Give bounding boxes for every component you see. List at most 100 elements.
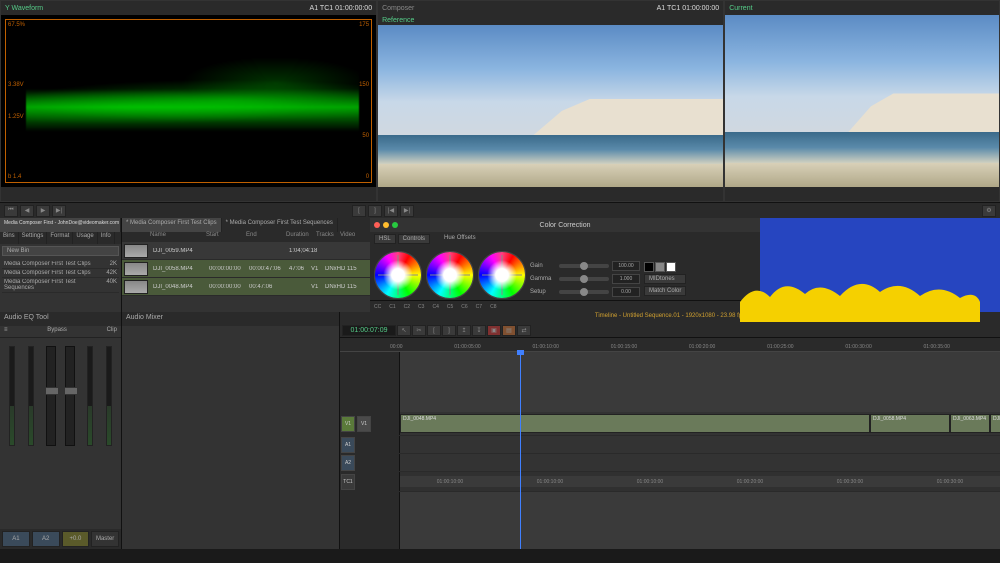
clip-thumbnail (124, 280, 148, 294)
timeline-ruler[interactable]: 00:00 01:00:05:00 01:00:10:00 01:00:15:0… (340, 338, 1000, 352)
current-monitor: Current (724, 0, 1000, 202)
track-rec-a2[interactable]: A2 (341, 455, 355, 471)
track-v1-body[interactable]: DJI_0048.MP4 DJI_0058.MP4 DJI_0063.MP4 D… (400, 412, 1000, 435)
meter-r (28, 346, 34, 446)
reference-title: Reference (382, 17, 414, 24)
bin-clip-row[interactable]: DJI_0048.MP4 00:00:00:00 00:47:06 V1 DNx… (122, 278, 370, 296)
eq-chip-a2[interactable]: A2 (32, 531, 60, 547)
transport-bar: ⏮ ◀ ▶ ▶| [ ] |◀ ▶| ⚙ (0, 202, 1000, 218)
track-tc1-label[interactable]: TC1 (341, 474, 355, 490)
track-a2-body[interactable] (400, 454, 1000, 471)
tool-arrow-icon[interactable]: ↖ (397, 325, 411, 336)
cc-subtab[interactable]: Hue Offsets (440, 234, 480, 244)
track-src-v1[interactable]: V1 (341, 416, 355, 432)
play-button[interactable]: ▶ (36, 205, 50, 217)
waveform-trace (26, 40, 359, 162)
fader-2[interactable] (65, 346, 75, 446)
eq-menu-icon[interactable]: ≡ (4, 327, 8, 336)
bin-item[interactable]: Media Composer First Test Clips (4, 270, 91, 276)
tool-mark-out-icon[interactable]: ] (442, 325, 456, 336)
app-title: Composer (382, 5, 414, 12)
mark-in-button[interactable]: [ (352, 205, 366, 217)
step-back-button[interactable]: ◀ (20, 205, 34, 217)
track-a2: A2 (340, 454, 1000, 472)
setup-slider[interactable] (559, 290, 609, 294)
cc-tab-hsl[interactable]: HSL (374, 234, 396, 244)
fader-1[interactable] (46, 346, 56, 446)
timeline-clip[interactable]: DJI_0048.MP4 (400, 414, 870, 433)
project-panel: Media Composer First - JohnDoe@videomake… (0, 218, 122, 312)
shadows-wheel[interactable] (374, 251, 422, 299)
track-a1: A1 (340, 436, 1000, 454)
subtab-settings[interactable]: Settings (19, 232, 48, 244)
project-bin-list: Media Composer First Test Clips2K Media … (0, 258, 121, 312)
timeline-clip[interactable]: DJI_0058.MP4 (870, 414, 950, 433)
track-rec-a1[interactable]: A1 (341, 437, 355, 453)
eq-chip-level[interactable]: +0.0 (62, 531, 90, 547)
timeline-clip[interactable]: DJI_0063.MP4 (990, 414, 1000, 433)
bin-item[interactable]: Media Composer First Test Clips (4, 261, 91, 267)
subtab-info[interactable]: Info (98, 232, 115, 244)
subtab-bins[interactable]: Bins (0, 232, 19, 244)
gain-slider[interactable] (559, 264, 609, 268)
timeline-clip[interactable]: DJI_0063.MP4 (950, 414, 990, 433)
match-color-button[interactable]: Match Color (644, 286, 686, 296)
subtab-usage[interactable]: Usage (73, 232, 97, 244)
clip-thumbnail (124, 244, 148, 258)
bin-item[interactable]: Media Composer First Test Sequences (4, 279, 106, 291)
midtones-wheel[interactable] (426, 251, 474, 299)
meter-out-l (87, 346, 93, 446)
bin-clip-row[interactable]: DJI_0058.MP4 00:00:00:00 00:00:47:06 47:… (122, 260, 370, 278)
window-controls[interactable] (374, 222, 398, 228)
cc-tab-controls[interactable]: Controls (398, 234, 430, 244)
tool-insert-icon[interactable]: ▤ (502, 325, 516, 336)
timeline-toolbar: 01:00:07:09 ↖ ✂ [ ] ↥ ↧ ▣ ▤ ⇄ (340, 324, 1000, 338)
eq-chip-master[interactable]: Master (91, 531, 119, 547)
current-video[interactable] (725, 15, 999, 187)
reference-video[interactable] (378, 25, 723, 187)
track-rec-v1[interactable]: V1 (357, 416, 371, 432)
settings-icon[interactable]: ⚙ (982, 205, 996, 217)
bin-clip-row[interactable]: DJI_0059.MP4 1:04;04:18 (122, 242, 370, 260)
audio-mixer-title: Audio Mixer (122, 312, 339, 326)
cc-template-chips: CC C1 C2 C3 C4 C5 C6 C7 C8 (370, 300, 760, 312)
tool-overwrite-icon[interactable]: ▣ (487, 325, 501, 336)
project-tab[interactable]: Media Composer First - JohnDoe@videomake… (0, 218, 121, 232)
subtab-format[interactable]: Format (47, 232, 73, 244)
waveform-scope: 67.5% 3.38V 1.25V b 1.4 175 150 50 0 (5, 19, 372, 183)
eq-chip-a1[interactable]: A1 (2, 531, 30, 547)
audio-mixer-panel: Audio Mixer (122, 312, 340, 549)
highlights-wheel[interactable] (478, 251, 526, 299)
tool-link-icon[interactable]: ⇄ (517, 325, 531, 336)
color-correction-panel: Color Correction HSL Controls Hue Offset… (370, 218, 760, 312)
mark-out-button[interactable]: ] (368, 205, 382, 217)
current-title: Current (729, 5, 752, 12)
reference-tc-group: A1 TC1 01:00:00:00 (657, 5, 720, 12)
tool-lift-icon[interactable]: ↥ (457, 325, 471, 336)
audio-eq-title: Audio EQ Tool (0, 312, 121, 326)
playhead[interactable] (520, 352, 521, 549)
goto-in-button[interactable]: |◀ (384, 205, 398, 217)
gamma-slider[interactable] (559, 277, 609, 281)
meter-l (9, 346, 15, 446)
new-bin-button[interactable]: New Bin (2, 246, 119, 256)
midtones-button[interactable]: MIDtones (644, 274, 686, 284)
tool-trim-icon[interactable]: ✂ (412, 325, 426, 336)
track-tc1: TC1 01:00:10:00 01:00:10:00 01:00:10:00 … (340, 472, 1000, 492)
track-v1: V1 V1 DJI_0048.MP4 DJI_0058.MP4 DJI_0063… (340, 412, 1000, 436)
bin-tab[interactable]: * Media Composer First Test Clips (122, 218, 222, 232)
timeline-panel: Timeline - Untitled Sequence.01 - 1920x1… (340, 312, 1000, 549)
waveform-monitor: Y Waveform A1 TC1 01:00:00:00 67.5% 3.38… (0, 0, 377, 202)
step-fwd-button[interactable]: ▶| (52, 205, 66, 217)
tool-mark-icon[interactable]: [ (427, 325, 441, 336)
cc-title: Color Correction (540, 222, 591, 229)
bin-tab[interactable]: * Media Composer First Test Sequences (222, 218, 338, 232)
goto-out-button[interactable]: ▶| (400, 205, 414, 217)
rewind-button[interactable]: ⏮ (4, 205, 18, 217)
waveform-title: Y Waveform (5, 5, 43, 12)
tool-extract-icon[interactable]: ↧ (472, 325, 486, 336)
tc-strip: 01:00:10:00 01:00:10:00 01:00:10:00 01:0… (400, 476, 1000, 487)
timeline-timecode[interactable]: 01:00:07:09 (342, 325, 396, 336)
color-swatches (644, 262, 686, 272)
track-a1-body[interactable] (400, 436, 1000, 453)
